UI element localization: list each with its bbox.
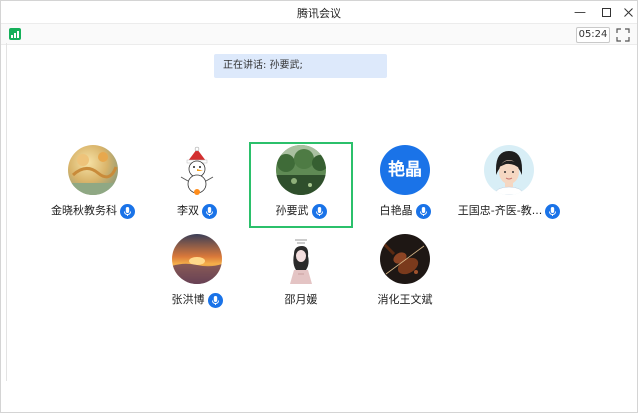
meeting-window: 腾讯会议 — 05:24 正在讲话: 孙要武; 金晓秋教务科 李双 孙要武 艳晶… — [0, 0, 638, 413]
sunset-avatar — [172, 234, 222, 284]
participant-tile[interactable]: 王国忠-齐医-教... — [457, 142, 561, 228]
participant-name: 白艳晶 — [379, 204, 413, 217]
participant-name: 张洪博 — [171, 293, 205, 306]
participant-tile-active[interactable]: 孙要武 — [249, 142, 353, 228]
participant-name: 王国忠-齐医-教... — [457, 204, 543, 217]
text-avatar: 艳晶 — [380, 145, 430, 195]
participant-name: 李双 — [177, 204, 199, 217]
network-signal-icon[interactable] — [9, 28, 21, 40]
close-button[interactable] — [615, 1, 638, 23]
snowman-avatar — [172, 145, 222, 195]
microphone-icon[interactable] — [311, 203, 327, 219]
title-bar: 腾讯会议 — — [1, 1, 637, 23]
illustrated-portrait-avatar — [484, 145, 534, 195]
participant-tile[interactable]: 金晓秋教务科 — [41, 142, 145, 228]
meeting-timer: 05:24 — [576, 27, 610, 43]
participant-tile[interactable]: 消化王文斌 — [353, 231, 457, 317]
participant-tile[interactable]: 张洪博 — [145, 231, 249, 317]
participant-name: 孙要武 — [275, 204, 309, 217]
landscape-avatar — [68, 145, 118, 195]
maximize-icon — [601, 8, 611, 17]
microphone-icon[interactable] — [207, 292, 223, 308]
participant-name: 消化王文斌 — [377, 293, 433, 306]
microphone-icon[interactable] — [202, 203, 217, 219]
fullscreen-icon[interactable] — [615, 27, 631, 43]
participant-name: 邵月媛 — [284, 293, 318, 306]
window-title: 腾讯会议 — [297, 7, 341, 20]
speaking-indicator: 正在讲话: 孙要武; — [214, 54, 387, 78]
avatar-initials: 艳晶 — [388, 160, 422, 180]
microphone-icon[interactable] — [120, 203, 135, 219]
meeting-toolbar: 05:24 — [1, 23, 637, 45]
left-divider — [6, 43, 7, 381]
participant-tile[interactable]: 邵月媛 — [249, 231, 353, 317]
close-icon — [623, 8, 633, 17]
participant-tile[interactable]: 李双 — [145, 142, 249, 228]
microphone-icon[interactable] — [415, 203, 431, 219]
microphone-icon[interactable] — [545, 203, 561, 219]
girl-sketch-avatar — [276, 234, 326, 284]
violin-avatar — [380, 234, 430, 284]
minimize-button[interactable]: — — [567, 1, 593, 23]
participant-name: 金晓秋教务科 — [51, 204, 117, 217]
green-park-avatar — [276, 145, 326, 195]
participant-tile[interactable]: 艳晶 白艳晶 — [353, 142, 457, 228]
